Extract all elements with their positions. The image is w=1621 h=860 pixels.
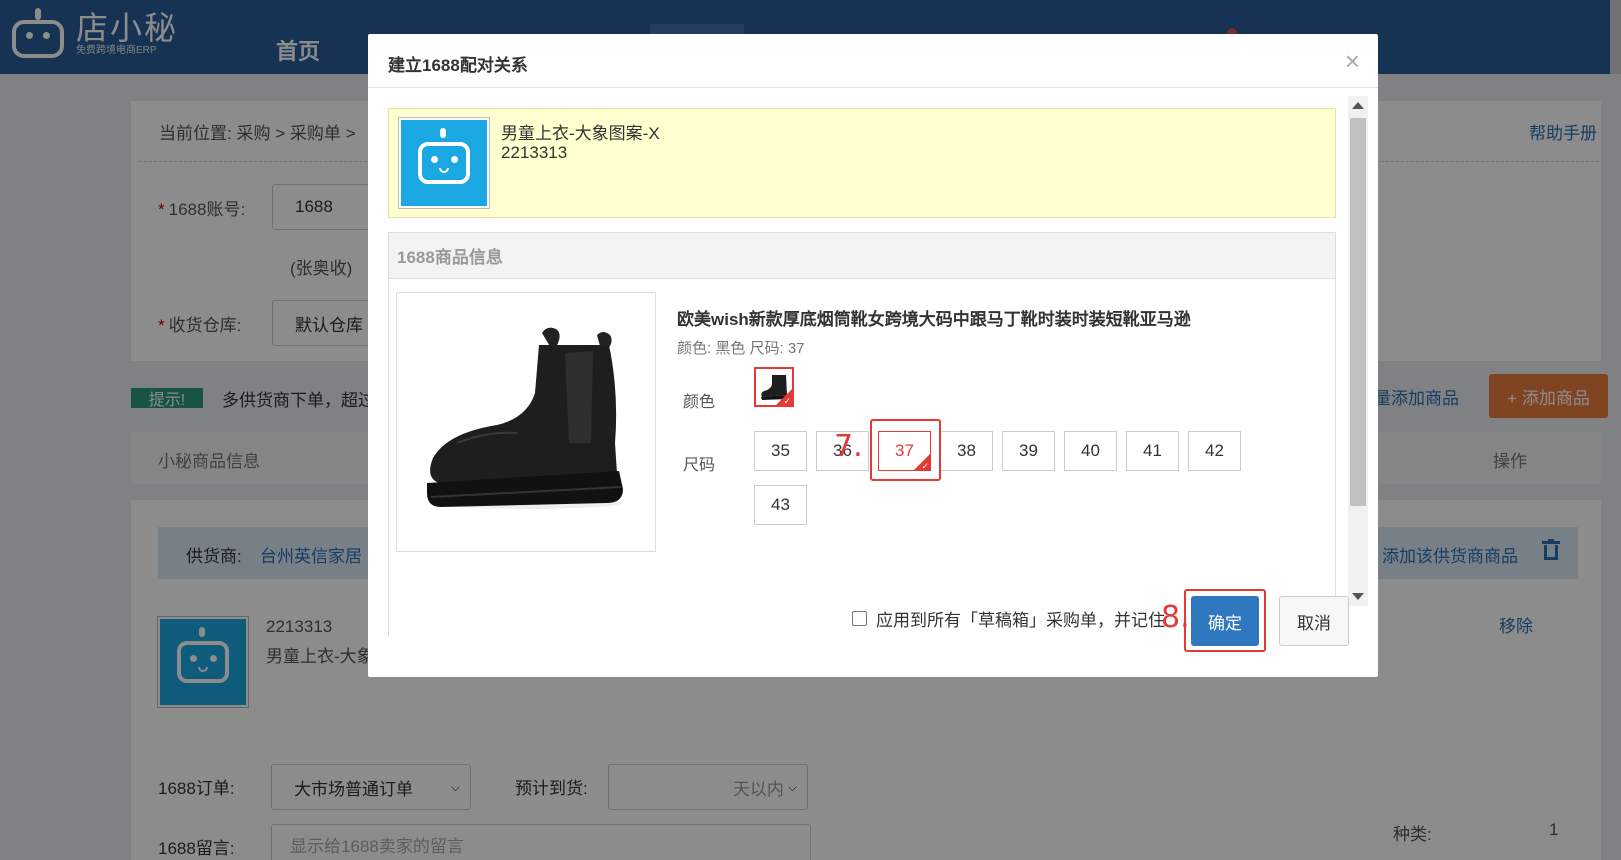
size-option-38[interactable]: 38: [940, 431, 993, 471]
scroll-down-icon[interactable]: [1352, 593, 1364, 600]
apply-all-label: 应用到所有「草稿箱」采购单，并记住: [876, 611, 1165, 630]
modal-title: 建立1688配对关系: [388, 56, 528, 75]
modal-body: 男童上衣-大象图案-X 2213313 1688商品信息 欧美wish新款厚底烟…: [368, 88, 1378, 636]
scroll-up-icon[interactable]: [1352, 102, 1364, 109]
source-product-card: 男童上衣-大象图案-X 2213313: [388, 108, 1336, 218]
apply-all-checkbox[interactable]: 应用到所有「草稿箱」采购单，并记住: [852, 606, 1165, 631]
source-product-name: 男童上衣-大象图案-X: [501, 124, 660, 143]
boot-product-image: [396, 292, 656, 552]
step7-highlight-box: [870, 419, 941, 481]
pairing-modal: 建立1688配对关系 × 男童上衣-大象图案-X 2213313 1688商品信…: [368, 34, 1378, 677]
product-title: 欧美wish新款厚底烟筒靴女跨境大码中跟马丁靴时装时装短靴亚马逊: [677, 310, 1191, 329]
size-option-42[interactable]: 42: [1188, 431, 1241, 471]
size-option-39[interactable]: 39: [1002, 431, 1055, 471]
size-option-40[interactable]: 40: [1064, 431, 1117, 471]
source-product-code: 2213313: [501, 143, 568, 162]
check-icon: ✓: [783, 396, 791, 406]
step8-label: 8.: [1161, 600, 1190, 635]
confirm-button[interactable]: 确定: [1191, 596, 1259, 646]
checkbox-icon[interactable]: [852, 611, 867, 626]
scrollbar-thumb[interactable]: [1350, 118, 1366, 506]
product-info-header: 1688商品信息: [389, 233, 1335, 279]
color-swatch-black[interactable]: ✓: [754, 367, 794, 407]
color-option-label: 颜色: [683, 394, 716, 411]
product-info-panel: 1688商品信息 欧美wish新款厚底烟筒靴女跨境大码中跟马丁靴时装时装短靴亚马…: [388, 232, 1336, 636]
size-option-41[interactable]: 41: [1126, 431, 1179, 471]
modal-header: 建立1688配对关系 ×: [368, 34, 1378, 88]
step7-label: 7.: [834, 429, 863, 464]
close-icon[interactable]: ×: [1345, 46, 1360, 77]
product-sku-line: 颜色: 黑色 尺码: 37: [677, 340, 805, 357]
modal-scrollbar[interactable]: [1348, 96, 1368, 606]
size-option-label: 尺码: [683, 457, 716, 474]
source-product-thumbnail: [398, 117, 490, 209]
size-option-35[interactable]: 35: [754, 431, 807, 471]
size-option-43[interactable]: 43: [754, 485, 807, 525]
cancel-button[interactable]: 取消: [1279, 596, 1349, 646]
